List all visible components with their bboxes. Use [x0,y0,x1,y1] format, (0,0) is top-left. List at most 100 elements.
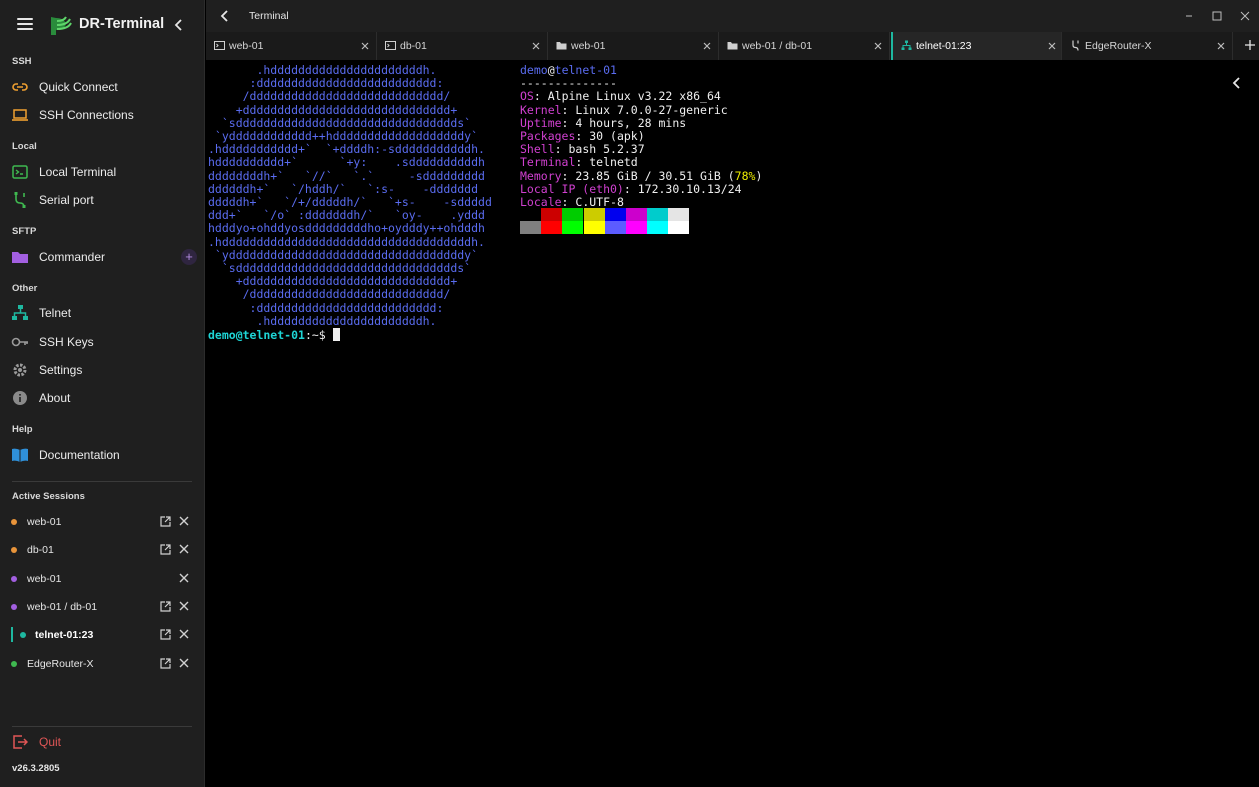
terminal-icon [385,41,396,50]
info-key: Shell [520,142,555,157]
info-value: telnetd [589,155,638,170]
window-close-icon[interactable] [1238,9,1252,23]
color-swatch [626,221,647,234]
shell-prompt[interactable]: demo@telnet-01:~$ [208,328,340,342]
tab-bar: web-01 db-01 web-01 web-01 / db-01 telne… [206,32,1259,60]
session-label: web-01 / db-01 [27,601,98,613]
session-item[interactable]: web-01 [0,565,205,593]
status-dot [11,604,17,610]
info-value: Linux 7.0.0-27-generic [575,102,728,117]
nav-about[interactable]: About [0,384,205,412]
close-icon[interactable] [179,573,189,583]
nav-local-terminal[interactable]: Local Terminal [0,158,205,186]
nav-serial-port[interactable]: Serial port [0,186,205,214]
info-key: Packages [520,129,576,144]
maximize-icon[interactable] [1210,9,1224,23]
info-icon [13,391,27,405]
minimize-icon[interactable] [1182,9,1196,23]
tab-close-icon[interactable] [1048,42,1056,50]
tab-close-icon[interactable] [1217,42,1225,50]
section-ssh: SSH [12,56,32,67]
open-external-icon[interactable] [160,516,171,527]
close-icon[interactable] [179,601,189,611]
info-key: Kernel [520,102,562,117]
section-other: Other [12,283,38,294]
status-dot [11,661,17,667]
session-label: telnet-01:23 [35,629,94,641]
menu-icon[interactable] [17,18,33,31]
tab-web-01[interactable]: web-01 [206,32,377,60]
tab-close-icon[interactable] [874,42,882,50]
nav-documentation[interactable]: Documentation [0,441,205,469]
nav-settings[interactable]: Settings [0,356,205,384]
nav-quick-connect[interactable]: Quick Connect [0,73,205,101]
tab-close-icon[interactable] [532,42,540,50]
link-icon [12,83,28,91]
new-tab-icon[interactable] [1244,39,1256,51]
color-swatch [626,208,647,221]
chevron-left-icon[interactable] [1231,76,1243,90]
open-external-icon[interactable] [160,658,171,669]
distro-ascii-art: .hddddddddddddddddddddddh. :dddddddddddd… [208,63,492,328]
close-icon[interactable] [179,629,189,639]
tab-close-icon[interactable] [361,42,369,50]
nav-label: SSH Connections [39,108,134,122]
system-info: demo@telnet-01 -------------- OS: Alpine… [520,63,763,210]
section-help: Help [12,424,33,435]
info-key: Local IP (eth0) [520,181,624,196]
session-item[interactable]: web-01 [0,508,205,536]
prompt-user: demo@telnet-01 [208,328,305,342]
nav-label: Serial port [39,193,94,207]
sidebar: DR-Terminal SSH Quick Connect SSH Connec… [0,0,205,787]
open-external-icon[interactable] [160,601,171,612]
brand-bar: DR-Terminal [0,0,205,50]
session-label: web-01 [27,573,62,585]
nav-commander[interactable]: Commander + [0,243,205,271]
terminal-output[interactable]: .hddddddddddddddddddddddh. :dddddddddddd… [206,60,1259,787]
open-external-icon[interactable] [160,544,171,555]
session-label: web-01 [27,516,62,528]
info-value: 172.30.10.13/24 [637,181,742,196]
tab-web-01-sftp[interactable]: web-01 [548,32,719,60]
close-icon[interactable] [179,658,189,668]
info-separator: -------------- [520,76,617,91]
nav-ssh-connections[interactable]: SSH Connections [0,101,205,129]
tab-close-icon[interactable] [703,42,711,50]
color-swatch [520,221,541,234]
back-arrow-icon[interactable] [218,9,232,23]
tab-telnet-01[interactable]: telnet-01:23 [891,32,1062,60]
collapse-sidebar-icon[interactable] [172,17,186,33]
prompt-path: :~$ [304,328,333,342]
tab-web-01-db-01[interactable]: web-01 / db-01 [719,32,890,60]
divider [12,481,192,482]
folder-icon [727,42,738,50]
color-swatch [583,221,605,234]
section-sftp: SFTP [12,226,37,237]
quit-button[interactable]: Quit [0,730,205,754]
color-swatch [604,221,626,234]
nav-label: Telnet [39,306,72,320]
nav-telnet[interactable]: Telnet [0,299,205,327]
add-commander-button[interactable]: + [181,249,197,265]
tab-label: db-01 [400,40,427,52]
quit-label: Quit [39,735,62,749]
close-icon[interactable] [179,544,189,554]
info-value: Alpine Linux v3.22 x86_64 [547,89,721,104]
color-swatch [604,208,626,221]
session-item[interactable]: EdgeRouter-X [0,650,205,678]
serial-icon [1072,40,1079,51]
tab-db-01[interactable]: db-01 [377,32,548,60]
session-item-active[interactable]: telnet-01:23 [0,621,205,649]
tab-edgerouter-x[interactable]: EdgeRouter-X [1062,32,1233,60]
nav-label: SSH Keys [39,335,94,349]
memory-percent: 78% [734,168,756,183]
open-external-icon[interactable] [160,629,171,640]
nav-label: Documentation [39,448,120,462]
close-icon[interactable] [179,516,189,526]
session-item[interactable]: web-01 / db-01 [0,593,205,621]
folder-icon [556,42,567,50]
nav-ssh-keys[interactable]: SSH Keys [0,328,205,356]
session-item[interactable]: db-01 [0,536,205,564]
session-label: db-01 [27,544,54,556]
nav-label: About [39,391,71,405]
